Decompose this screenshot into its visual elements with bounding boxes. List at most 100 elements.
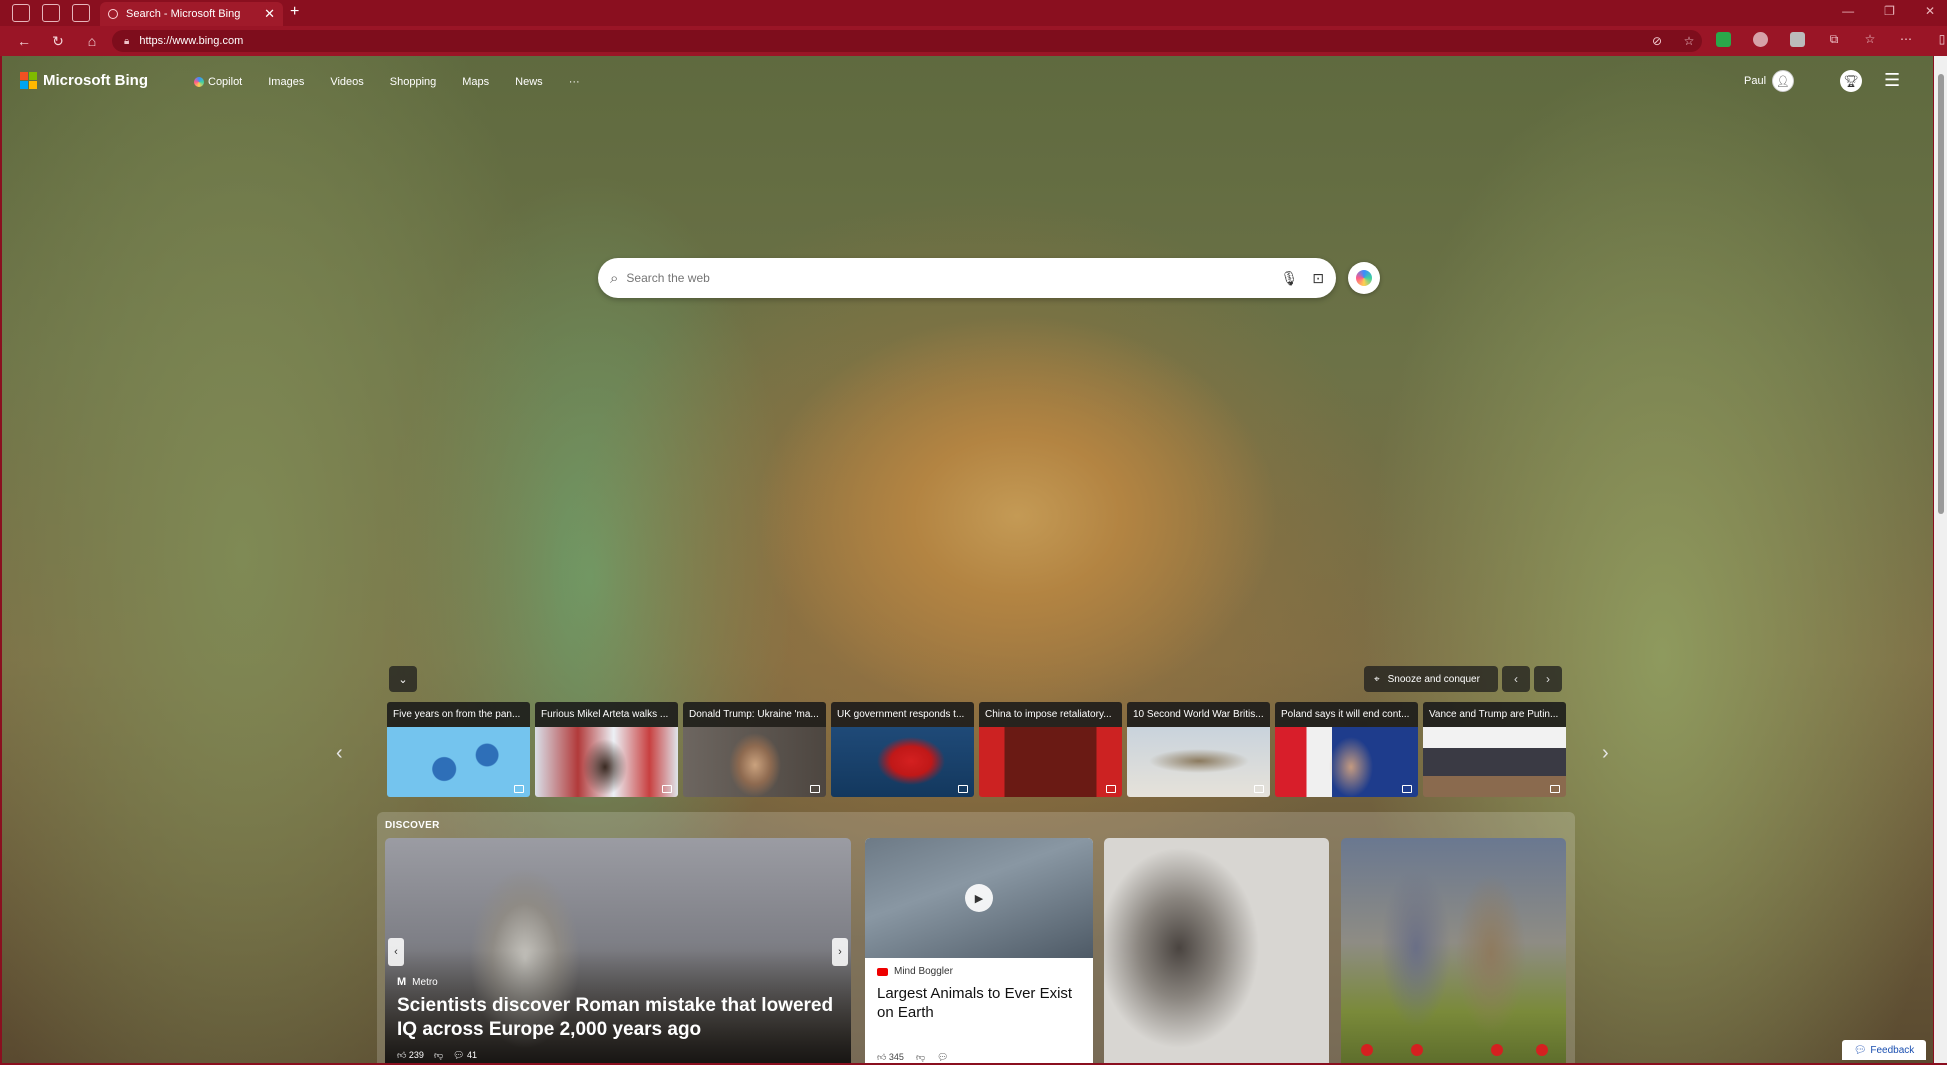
extension-check-icon[interactable] [1716, 32, 1731, 47]
nav-shopping[interactable]: Shopping [390, 76, 437, 88]
hero-reactions: 👍︎ 239 👎︎ 💬︎ 41 [397, 1050, 477, 1061]
bing-nav: Copilot Images Videos Shopping Maps News… [194, 76, 580, 88]
hamburger-menu-icon[interactable]: ☰ [1884, 71, 1902, 89]
nav-more[interactable]: ··· [569, 76, 580, 88]
microphone-icon[interactable]: 🎙︎ [1280, 270, 1298, 287]
extensions-area: ⧉ ☆ ⋯ ▯ [1716, 32, 1947, 47]
news-card[interactable]: Donald Trump: Ukraine 'ma... [683, 702, 826, 797]
user-account[interactable]: Paul 👤︎ [1744, 70, 1795, 92]
like-button[interactable]: 👍︎ 345 [877, 1052, 904, 1063]
search-input[interactable] [626, 271, 1267, 285]
favorites-icon[interactable]: ☆ [1863, 32, 1877, 46]
gallery-icon [958, 785, 968, 793]
nav-maps[interactable]: Maps [462, 76, 489, 88]
collapse-feed-button[interactable]: ⌄ [389, 666, 417, 692]
image-card[interactable] [1104, 838, 1329, 1063]
news-card[interactable]: Five years on from the pan... [387, 702, 530, 797]
nav-news[interactable]: News [515, 76, 543, 88]
video-card[interactable]: ▶ Mind Boggler Largest Animals to Ever E… [865, 838, 1093, 1063]
hero-title[interactable]: Scientists discover Roman mistake that l… [397, 994, 837, 1042]
hero-next-button[interactable]: › [832, 938, 848, 966]
next-image-button[interactable]: › [1534, 666, 1562, 692]
youtube-icon [877, 967, 888, 976]
tracking-prevention-icon[interactable]: ⊘ [1650, 34, 1664, 48]
news-thumbnail [1275, 727, 1418, 797]
news-card-title: Vance and Trump are Putin... [1423, 702, 1566, 727]
visual-search-icon[interactable]: ⊡ [1312, 270, 1324, 287]
previous-image-button[interactable]: ‹ [1502, 666, 1530, 692]
rewards-trophy-icon[interactable]: 🏆︎ [1840, 70, 1862, 92]
hero-prev-button[interactable]: ‹ [388, 938, 404, 966]
image-card[interactable] [1341, 838, 1566, 1063]
news-card[interactable]: China to impose retaliatory... [979, 702, 1122, 797]
dislike-icon[interactable]: 👎︎ [916, 1052, 925, 1063]
news-card[interactable]: 10 Second World War Britis... [1127, 702, 1270, 797]
video-title[interactable]: Largest Animals to Ever Exist on Earth [877, 984, 1087, 1022]
workspaces-icon[interactable] [42, 4, 60, 22]
tab-bing-search[interactable]: Search - Microsoft Bing ✕ [100, 2, 283, 26]
search-icon: ⌕ [610, 269, 619, 287]
favorite-star-icon[interactable]: ☆ [1682, 34, 1696, 48]
image-info-button[interactable]: ⌖ Snooze and conquer [1364, 666, 1498, 692]
metro-logo-icon: M [397, 976, 407, 988]
video-reactions: 👍︎ 345 👎︎ 💬︎ [877, 1052, 949, 1063]
search-box[interactable]: ⌕ 🎙︎ ⊡ [598, 258, 1336, 298]
video-source: Mind Boggler [877, 966, 953, 977]
close-window-button[interactable]: ✕ [1925, 4, 1935, 18]
search-favicon-icon [108, 9, 118, 19]
news-strip: Five years on from the pan... Furious Mi… [387, 702, 1566, 797]
tab-strip: Search - Microsoft Bing ✕ + — ❐ ✕ [0, 0, 1947, 26]
news-strip-prev-icon[interactable]: ‹ [336, 742, 343, 765]
gallery-icon [1254, 785, 1264, 793]
news-thumbnail [387, 727, 530, 797]
news-card-title: Five years on from the pan... [387, 702, 530, 727]
maximize-button[interactable]: ❐ [1884, 4, 1895, 18]
news-card[interactable]: Vance and Trump are Putin... [1423, 702, 1566, 797]
comments-button[interactable]: 💬︎ 41 [453, 1050, 477, 1061]
hero-source: M Metro [397, 976, 438, 988]
copilot-icon [1356, 270, 1372, 286]
nav-videos[interactable]: Videos [330, 76, 363, 88]
minimize-button[interactable]: — [1842, 4, 1854, 18]
gallery-icon [1402, 785, 1412, 793]
location-pin-icon: ⌖ [1374, 673, 1380, 685]
news-card[interactable]: UK government responds t... [831, 702, 974, 797]
news-thumbnail [683, 727, 826, 797]
browser-window: Search - Microsoft Bing ✕ + — ❐ ✕ ← ↻ ⌂ … [0, 0, 1947, 1065]
refresh-icon[interactable]: ↻ [48, 31, 68, 51]
more-icon[interactable]: ⋯ [1899, 32, 1913, 46]
page-scrollbar[interactable] [1934, 56, 1947, 1063]
news-card[interactable]: Furious Mikel Arteta walks ... [535, 702, 678, 797]
user-name: Paul [1744, 75, 1767, 87]
play-icon[interactable]: ▶ [965, 884, 993, 912]
nav-copilot[interactable]: Copilot [194, 76, 242, 88]
lock-icon[interactable]: 🔒︎ [124, 36, 129, 47]
back-icon[interactable]: ← [14, 31, 34, 51]
sidebar-icon[interactable]: ▯ [1935, 32, 1947, 46]
news-card-title: Poland says it will end cont... [1275, 702, 1418, 727]
copilot-button[interactable] [1348, 262, 1380, 294]
close-tab-icon[interactable]: ✕ [264, 6, 275, 22]
profile-icon[interactable] [12, 4, 30, 22]
like-button[interactable]: 👍︎ 239 [397, 1050, 424, 1061]
video-thumbnail: ▶ [865, 838, 1093, 958]
tab-actions-icon[interactable] [72, 4, 90, 22]
address-bar[interactable]: 🔒︎ https://www.bing.com [112, 30, 1702, 52]
news-card[interactable]: Poland says it will end cont... [1275, 702, 1418, 797]
extension-circle-icon[interactable] [1753, 32, 1768, 47]
comment-icon[interactable]: 💬︎ [937, 1052, 948, 1063]
nav-images[interactable]: Images [268, 76, 304, 88]
news-card-title: Donald Trump: Ukraine 'ma... [683, 702, 826, 727]
news-strip-next-icon[interactable]: › [1602, 742, 1609, 765]
hero-article-card[interactable]: ‹ › M Metro Scientists discover Roman mi… [385, 838, 851, 1063]
url-text: https://www.bing.com [139, 35, 244, 47]
extension-m-icon[interactable] [1790, 32, 1805, 47]
extensions-puzzle-icon[interactable]: ⧉ [1827, 32, 1841, 46]
dislike-icon[interactable]: 👎︎ [434, 1050, 443, 1061]
feedback-button[interactable]: 💬︎ Feedback [1842, 1040, 1926, 1060]
new-tab-button[interactable]: + [290, 3, 299, 21]
bing-logo[interactable]: Microsoft Bing [20, 72, 148, 89]
home-icon[interactable]: ⌂ [82, 31, 102, 51]
news-thumbnail [1423, 727, 1566, 797]
discover-section: DISCOVER ‹ › M Metro Scientists discover… [377, 812, 1575, 1063]
